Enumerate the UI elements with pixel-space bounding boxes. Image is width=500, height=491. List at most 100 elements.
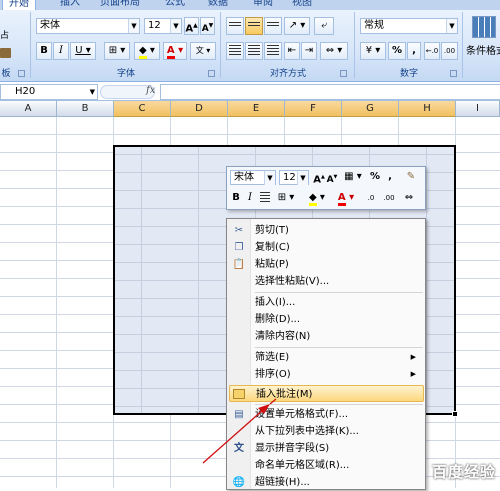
menu-item-define-name[interactable]: 命名单元格区域(R)... <box>229 457 424 474</box>
mini-bold-button[interactable]: B <box>230 191 242 206</box>
menu-item-paste-special[interactable]: 选择性粘贴(V)... <box>229 273 424 290</box>
menu-item-sort[interactable]: 排序(O) ▶ <box>229 366 424 383</box>
mini-number-format-button[interactable]: ▦ ▾ <box>341 170 365 185</box>
alignment-group-label: 对齐方式 <box>269 69 306 79</box>
menu-item-paste[interactable]: 📋 粘贴(P) <box>229 256 424 273</box>
tab-insert[interactable]: 插入 <box>60 0 80 10</box>
increase-decimal-button[interactable]: ←.0 <box>424 42 440 60</box>
conditional-format-icon[interactable] <box>472 16 496 38</box>
column-header-f[interactable]: F <box>285 101 342 117</box>
column-header-g[interactable]: G <box>342 101 399 117</box>
percent-button[interactable]: % <box>388 42 406 60</box>
mini-borders-button[interactable]: ⊞ ▾ <box>275 191 297 206</box>
number-launcher-icon[interactable] <box>450 70 457 77</box>
grow-font-button[interactable]: A▲ <box>184 17 199 35</box>
comment-icon <box>233 389 245 399</box>
align-top-button[interactable] <box>226 17 244 35</box>
align-bottom-button[interactable] <box>264 17 282 35</box>
menu-item-label: 复制(C) <box>255 242 290 253</box>
borders-button[interactable]: ⊞ ▾ <box>104 42 130 60</box>
menu-item-format-cells[interactable]: ▤ 设置单元格格式(F)... <box>229 406 424 423</box>
tab-page-layout[interactable]: 页面布局 <box>100 0 140 10</box>
shrink-font-button[interactable]: A▼ <box>200 17 215 35</box>
menu-item-filter[interactable]: 筛选(E) ▶ <box>229 349 424 366</box>
copy-icon: ❐ <box>234 242 244 253</box>
menu-item-delete[interactable]: 删除(D)... <box>229 311 424 328</box>
comma-button[interactable]: , <box>407 42 421 60</box>
align-center-button[interactable] <box>245 42 263 60</box>
column-header-i[interactable]: I <box>456 101 500 117</box>
mini-font-color-button[interactable]: A ▾ <box>335 191 357 206</box>
tab-home[interactable]: 开始 <box>2 0 36 10</box>
font-size-select[interactable]: 12 ▼ <box>144 18 182 34</box>
align-right-button[interactable] <box>264 42 282 60</box>
menu-item-clear-contents[interactable]: 清除内容(N) <box>229 328 424 345</box>
font-color-button[interactable]: A ▾ <box>163 42 187 60</box>
menu-item-label: 筛选(E) <box>255 352 290 363</box>
italic-button[interactable]: I <box>53 42 69 60</box>
decrease-decimal-button[interactable]: .00 <box>441 42 458 60</box>
mini-percent-button[interactable]: % <box>369 170 381 185</box>
decrease-indent-button[interactable]: ⇤ <box>284 42 300 60</box>
column-header-h[interactable]: H <box>399 101 456 117</box>
currency-button[interactable]: ¥ ▾ <box>360 42 386 60</box>
mini-increase-decimal-button[interactable]: .0 <box>363 191 379 206</box>
submenu-arrow-icon: ▶ <box>410 370 416 378</box>
align-right-icon <box>267 45 279 55</box>
mini-shrink-font-button[interactable]: A▼ <box>326 170 338 185</box>
format-painter-icon[interactable] <box>0 48 11 58</box>
bold-button[interactable]: B <box>36 42 52 60</box>
name-box[interactable]: H20 ▼ <box>0 84 98 100</box>
column-header-c[interactable]: C <box>114 101 171 117</box>
menu-item-hyperlink[interactable]: 🌐 超链接(H)... <box>229 474 424 491</box>
column-header-e[interactable]: E <box>228 101 285 117</box>
clipboard-launcher-icon[interactable] <box>18 70 25 77</box>
number-format-select[interactable]: 常规 ▼ <box>360 18 458 34</box>
menu-item-copy[interactable]: ❐ 复制(C) <box>229 239 424 256</box>
clipboard-group-label: 板 <box>1 69 11 79</box>
mini-comma-button[interactable]: , <box>385 170 395 185</box>
chevron-down-icon: ▼ <box>446 19 457 33</box>
alignment-launcher-icon[interactable] <box>340 70 347 77</box>
mini-merge-cells-button[interactable]: ⇔ <box>401 191 417 206</box>
chevron-down-icon: ▼ <box>264 171 275 185</box>
menu-item-show-phonetic[interactable]: 文 显示拼音字段(S) <box>229 440 424 457</box>
fill-handle[interactable] <box>452 411 458 417</box>
wrap-text-button[interactable]: ⤶ <box>314 17 334 35</box>
column-header-d[interactable]: D <box>171 101 228 117</box>
font-name-select[interactable]: 宋体 ▼ <box>36 18 140 34</box>
fill-color-button[interactable]: ◆ ▾ <box>134 42 160 60</box>
align-left-button[interactable] <box>226 42 244 60</box>
menu-item-insert-comment[interactable]: 插入批注(M) <box>229 385 424 402</box>
mini-align-center-button[interactable] <box>258 191 272 206</box>
menu-item-cut[interactable]: ✂ 剪切(T) <box>229 222 424 239</box>
merge-center-button[interactable]: ⇔ ▾ <box>320 42 348 60</box>
mini-font-name-select[interactable]: 宋体 ▼ <box>230 170 276 185</box>
menu-item-insert[interactable]: 插入(I)... <box>229 294 424 311</box>
underline-button[interactable]: U ▾ <box>70 42 96 60</box>
mini-font-size-select[interactable]: 12 ▼ <box>279 170 309 185</box>
insert-function-button[interactable]: fx <box>146 85 155 96</box>
increase-indent-button[interactable]: ⇥ <box>301 42 317 60</box>
column-header-b[interactable]: B <box>57 101 114 117</box>
column-header-a[interactable]: A <box>0 101 57 117</box>
align-middle-button[interactable] <box>245 17 263 35</box>
menu-item-pick-from-list[interactable]: 从下拉列表中选择(K)... <box>229 423 424 440</box>
tab-view[interactable]: 视图 <box>292 0 312 10</box>
mini-decrease-decimal-button[interactable]: .00 <box>381 191 397 206</box>
mini-grow-font-button[interactable]: A▲ <box>313 170 325 185</box>
font-launcher-icon[interactable] <box>208 70 215 77</box>
tab-data[interactable]: 数据 <box>208 0 228 10</box>
tab-formulas[interactable]: 公式 <box>165 0 185 10</box>
mini-italic-button[interactable]: I <box>244 191 256 206</box>
formula-input[interactable] <box>160 84 500 100</box>
align-middle-icon <box>248 22 260 28</box>
menu-separator <box>255 292 423 293</box>
mini-fill-color-button[interactable]: ◆ ▾ <box>305 191 329 206</box>
tab-review[interactable]: 审阅 <box>253 0 273 10</box>
mini-format-painter-icon[interactable]: ✎ <box>403 170 419 185</box>
orientation-button[interactable]: ↗ ▾ <box>284 17 310 35</box>
number-group-label: 数字 <box>399 69 418 79</box>
phonetic-guide-button[interactable]: 文 ▾ <box>190 42 216 60</box>
conditional-format-label[interactable]: 条件格式 <box>466 42 500 57</box>
